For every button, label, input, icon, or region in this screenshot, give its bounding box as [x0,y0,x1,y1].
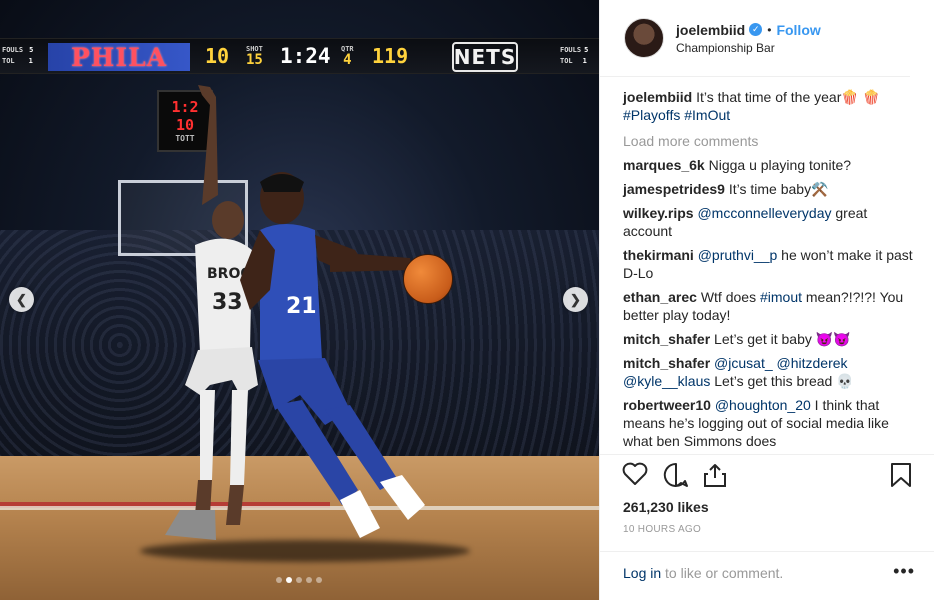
ball-handler-figure [240,172,425,538]
home-score: 10 [205,44,230,68]
mention-link[interactable]: @houghton_20 [715,397,811,413]
follow-button[interactable]: Follow [776,22,820,38]
comment-item: robertweer10 @houghton_20 I think that m… [623,396,919,450]
carousel-dot[interactable] [296,577,302,583]
home-tol-label: TOL [2,57,15,65]
post-timestamp: 10 HOURS AGO [623,524,702,535]
quarter-indicator: QTR 4 [341,45,354,67]
post-side-panel: joelembiid ✓ • Follow Championship Bar j… [599,0,934,600]
quarter-value: 4 [343,52,352,68]
away-fouls-value: 5 [584,46,589,54]
verified-badge-icon: ✓ [749,23,763,36]
game-clock: 1:24 [280,44,331,68]
away-fouls-panel: FOULS 5 TOL 1 [558,39,599,73]
comments-section: joelembiid It’s that time of the year🍿 🍿… [623,88,919,456]
comment-text: Wtf does [700,289,760,305]
comment-item: ethan_arec Wtf does #imout mean?!?!?! Yo… [623,288,919,324]
comment-item: marques_6k Nigga u playing tonite? [623,156,919,174]
comment-item: mitch_shafer @jcusat_ @hitzderek @kyle__… [623,354,919,390]
mention-link[interactable]: #imout [760,289,802,305]
caption-text: It’s that time of the year🍿 🍿 [696,89,881,105]
comment-text: Let’s get this bread 💀 [710,373,854,389]
header-separator: • [767,22,772,37]
away-tol-value: 1 [582,57,587,65]
comment-item: mitch_shafer Let’s get it baby 😈😈 [623,330,919,348]
scoreboard: FOULS 5 TOL 1 PHILA 10 SHOT 15 1:24 QTR 4 … [0,38,599,74]
away-team-name: NETS [452,42,518,72]
caption-username[interactable]: joelembiid [623,89,692,105]
chevron-left-icon: ❮ [16,291,27,307]
mention-link[interactable]: @mcconnelleveryday [697,205,831,221]
carousel-dot[interactable] [276,577,282,583]
comment-username[interactable]: thekirmani [623,247,694,263]
caption: joelembiid It’s that time of the year🍿 🍿… [623,88,919,124]
home-fouls-label: FOULS [2,46,24,54]
carousel-next-button[interactable]: ❯ [563,287,588,312]
login-prompt: Log in to like or comment. [623,565,783,581]
carousel-prev-button[interactable]: ❮ [9,287,34,312]
load-more-comments-button[interactable]: Load more comments [623,132,919,150]
login-link[interactable]: Log in [623,565,661,581]
carousel-dot[interactable] [306,577,312,583]
home-team-name: PHILA [48,43,190,72]
comment-username[interactable]: mitch_shafer [623,331,710,347]
comment-username[interactable]: jamespetrides9 [623,181,725,197]
comment-item: jamespetrides9 It’s time baby⚒️ [623,180,919,198]
comment-item: thekirmani @pruthvi__p he won’t make it … [623,246,919,282]
comment-icon[interactable] [663,462,689,488]
chevron-right-icon: ❯ [570,291,581,307]
comment-username[interactable]: ethan_arec [623,289,697,305]
home-tol-value: 1 [28,57,33,65]
carousel-dot-active[interactable] [286,577,292,583]
bookmark-icon[interactable] [890,462,912,488]
avatar[interactable] [624,18,664,58]
hashtag-link[interactable]: #ImOut [684,107,730,123]
shot-indicator: SHOT 15 [246,45,263,67]
mention-link[interactable]: @kyle__klaus [623,373,710,389]
basketball [403,254,453,304]
action-bar [622,462,912,492]
carousel-dot[interactable] [316,577,322,583]
shot-value: 15 [246,52,263,68]
post-photo: 1:2 10 TOTT FOULS 5 TOL 1 PHILA 10 SHOT 15… [0,0,599,600]
post-header: joelembiid ✓ • Follow Championship Bar [600,0,910,77]
home-fouls-value: 5 [29,46,34,54]
comment-footer: Log in to like or comment. ••• [600,551,934,600]
comment-username[interactable]: wilkey.rips [623,205,694,221]
mention-link[interactable]: @pruthvi__p [698,247,778,263]
carousel-dots [276,577,322,583]
header-username[interactable]: joelembiid [676,22,745,38]
comment-text: Let’s get it baby 😈😈 [714,331,851,347]
heart-icon[interactable] [622,462,648,486]
mention-link[interactable]: @hitzderek [777,355,848,371]
likes-count[interactable]: 261,230 likes [623,499,709,515]
ball-handler-jersey-number: 21 [286,294,317,319]
more-options-button[interactable]: ••• [893,561,915,582]
away-score: 119 [372,44,409,68]
comment-text: Nigga u playing tonite? [708,157,852,173]
location-link[interactable]: Championship Bar [676,41,821,55]
comment-username[interactable]: robertweer10 [623,397,711,413]
away-fouls-label: FOULS [560,46,582,54]
mention-link[interactable]: @jcusat_ [714,355,773,371]
comment-username[interactable]: mitch_shafer [623,355,710,371]
comment-list: marques_6k Nigga u playing tonite? jamesp… [623,156,919,450]
comment-item: wilkey.rips @mcconnelleveryday great acc… [623,204,919,240]
away-tol-label: TOL [560,57,573,65]
comment-text: It’s time baby⚒️ [728,181,829,197]
comment-username[interactable]: marques_6k [623,157,705,173]
share-icon[interactable] [703,462,727,488]
login-prompt-text: to like or comment. [661,565,784,581]
hashtag-link[interactable]: #Playoffs [623,107,680,123]
actions-divider [600,454,934,455]
home-fouls-panel: FOULS 5 TOL 1 [0,39,48,73]
